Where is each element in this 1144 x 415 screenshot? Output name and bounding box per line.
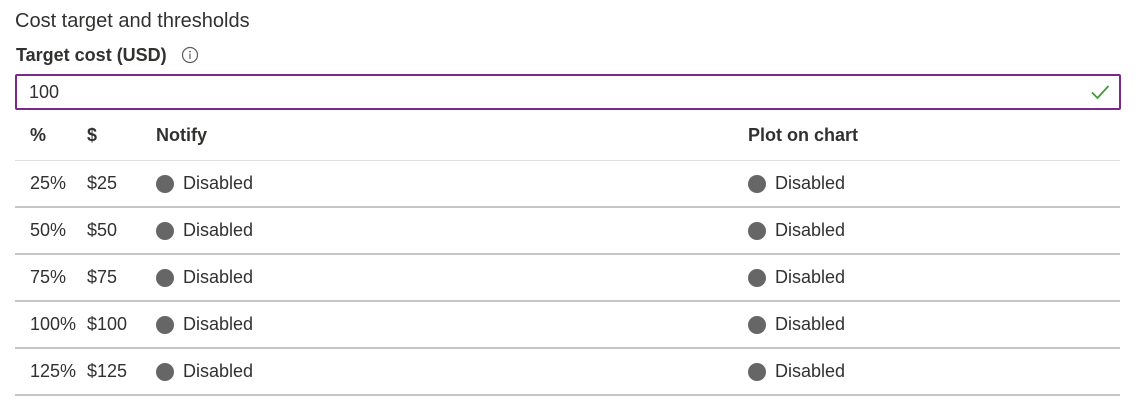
plot-toggle[interactable]: Disabled bbox=[748, 349, 845, 394]
notify-status: Disabled bbox=[183, 267, 254, 287]
thresholds-table: % $ Notify Plot on chart 25% $25 Disable… bbox=[15, 113, 1120, 396]
row-amount: $125 bbox=[87, 361, 128, 381]
row-amount: $100 bbox=[87, 314, 128, 334]
target-cost-value[interactable]: 100 bbox=[29, 82, 1089, 103]
row-percent: 100% bbox=[30, 314, 77, 334]
checkmark-icon bbox=[1089, 81, 1111, 103]
toggle-off-icon[interactable] bbox=[156, 174, 174, 193]
row-amount: $25 bbox=[87, 173, 118, 193]
plot-toggle[interactable]: Disabled bbox=[748, 161, 845, 206]
section-title: Cost target and thresholds bbox=[15, 10, 250, 32]
notify-toggle[interactable]: Disabled bbox=[156, 349, 253, 394]
info-icon[interactable] bbox=[181, 46, 199, 64]
cost-thresholds-panel: Cost target and thresholds Target cost (… bbox=[0, 0, 1144, 415]
plot-status: Disabled bbox=[775, 220, 846, 240]
notify-status: Disabled bbox=[183, 361, 254, 381]
toggle-off-icon[interactable] bbox=[156, 315, 174, 334]
notify-toggle[interactable]: Disabled bbox=[156, 161, 253, 206]
row-percent: 125% bbox=[30, 361, 77, 381]
toggle-off-icon[interactable] bbox=[156, 268, 174, 287]
target-cost-label-row: Target cost (USD) bbox=[16, 43, 199, 67]
row-amount: $75 bbox=[87, 267, 118, 287]
plot-status: Disabled bbox=[775, 267, 846, 287]
row-percent: 25% bbox=[30, 173, 67, 193]
plot-status: Disabled bbox=[775, 173, 846, 193]
plot-status: Disabled bbox=[775, 314, 846, 334]
table-row: 100% $100 Disabled Disabled bbox=[15, 302, 1120, 349]
plot-status: Disabled bbox=[775, 361, 846, 381]
notify-status: Disabled bbox=[183, 220, 254, 240]
notify-toggle[interactable]: Disabled bbox=[156, 208, 253, 253]
notify-toggle[interactable]: Disabled bbox=[156, 302, 253, 347]
notify-toggle[interactable]: Disabled bbox=[156, 255, 253, 300]
toggle-off-icon[interactable] bbox=[748, 221, 766, 240]
plot-toggle[interactable]: Disabled bbox=[748, 255, 845, 300]
column-header-amount: $ bbox=[87, 125, 98, 145]
target-cost-label: Target cost (USD) bbox=[16, 44, 167, 65]
table-row: 50% $50 Disabled Disabled bbox=[15, 208, 1120, 255]
table-row: 125% $125 Disabled Disabled bbox=[15, 349, 1120, 396]
notify-status: Disabled bbox=[183, 314, 254, 334]
row-percent: 75% bbox=[30, 267, 67, 287]
table-header: % $ Notify Plot on chart bbox=[15, 113, 1120, 161]
target-cost-input[interactable]: 100 bbox=[15, 74, 1121, 110]
plot-toggle[interactable]: Disabled bbox=[748, 302, 845, 347]
toggle-off-icon[interactable] bbox=[748, 362, 766, 381]
toggle-off-icon[interactable] bbox=[748, 268, 766, 287]
row-percent: 50% bbox=[30, 220, 67, 240]
toggle-off-icon[interactable] bbox=[748, 315, 766, 334]
row-amount: $50 bbox=[87, 220, 118, 240]
table-row: 75% $75 Disabled Disabled bbox=[15, 255, 1120, 302]
column-header-percent: % bbox=[30, 125, 47, 145]
column-header-plot: Plot on chart bbox=[748, 125, 859, 145]
toggle-off-icon[interactable] bbox=[156, 221, 174, 240]
notify-status: Disabled bbox=[183, 173, 254, 193]
table-row: 25% $25 Disabled Disabled bbox=[15, 161, 1120, 208]
toggle-off-icon[interactable] bbox=[748, 174, 766, 193]
plot-toggle[interactable]: Disabled bbox=[748, 208, 845, 253]
column-header-notify: Notify bbox=[156, 125, 207, 145]
toggle-off-icon[interactable] bbox=[156, 362, 174, 381]
